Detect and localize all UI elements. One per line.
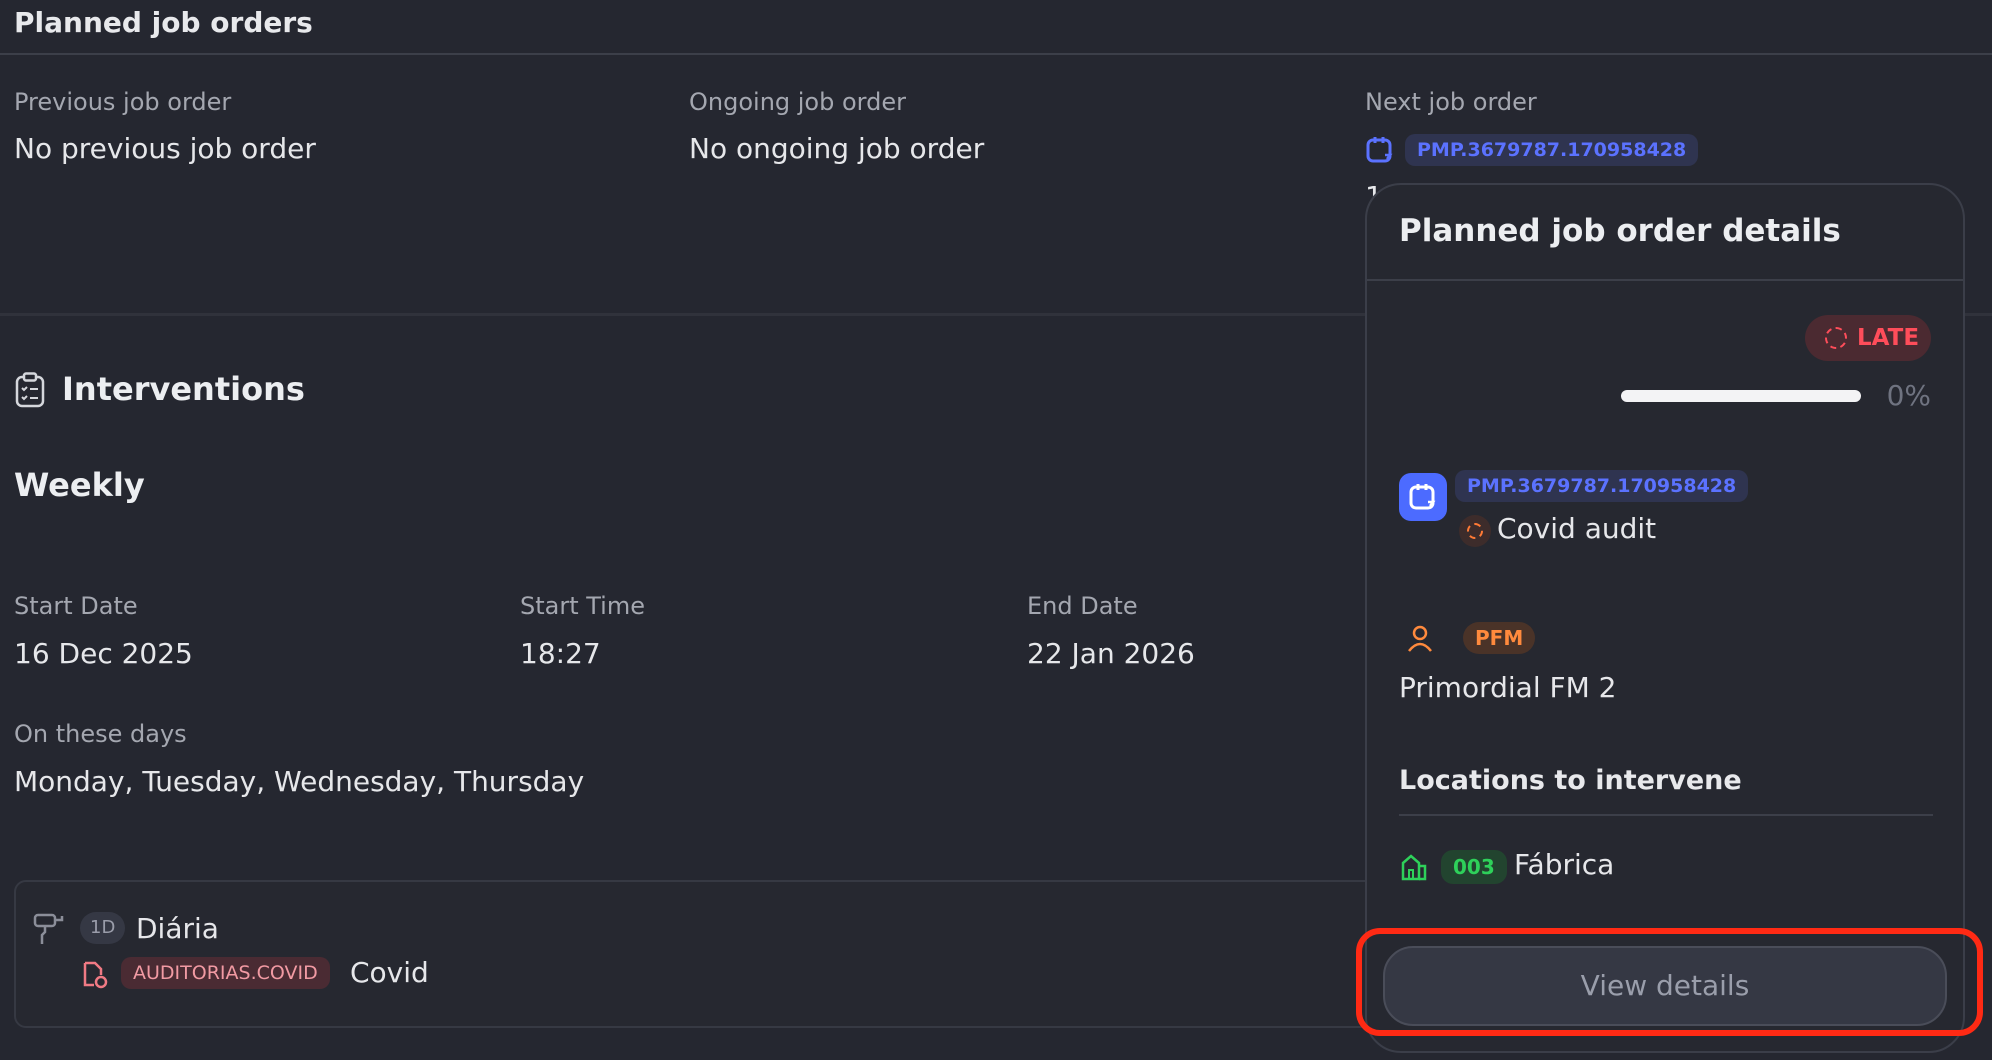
assignee-name: Primordial FM 2	[1399, 671, 1617, 704]
clipboard-list-icon	[15, 372, 45, 408]
previous-job-order-label: Previous job order	[14, 88, 232, 116]
previous-job-order-value: No previous job order	[14, 132, 316, 165]
audit-code-badge: AUDITORIAS.COVID	[121, 957, 330, 989]
days-value: Monday, Tuesday, Wednesday, Thursday	[14, 765, 585, 798]
popover-title: Planned job order details	[1399, 213, 1841, 249]
divider	[0, 53, 1992, 55]
job-order-code[interactable]: PMP.3679787.170958428	[1455, 470, 1749, 502]
ongoing-job-order-value: No ongoing job order	[689, 132, 985, 165]
start-date-label: Start Date	[14, 592, 138, 620]
divider	[1399, 814, 1933, 816]
locations-title: Locations to intervene	[1399, 765, 1742, 796]
late-status-icon	[1825, 327, 1847, 349]
pending-status-icon	[1459, 515, 1491, 547]
assignee-badge: PFM	[1463, 622, 1536, 654]
document-lock-icon	[83, 961, 108, 989]
building-icon	[1401, 854, 1427, 881]
audit-name: Covid	[350, 956, 429, 989]
location-code-badge: 003	[1441, 850, 1507, 884]
status-text: LATE	[1857, 325, 1920, 351]
job-order-name: Covid audit	[1497, 512, 1657, 545]
interventions-title: Interventions	[62, 370, 305, 408]
start-date-value: 16 Dec 2025	[14, 637, 193, 670]
progress-text: 0%	[1886, 379, 1931, 412]
period-name: Diária	[136, 912, 219, 945]
end-date-label: End Date	[1027, 592, 1138, 620]
period-badge: 1D	[80, 912, 126, 944]
job-order-details-popover: Planned job order details LATE 0% PMP.36…	[1365, 183, 1965, 1053]
next-job-order-label: Next job order	[1365, 88, 1537, 116]
status-badge: LATE	[1805, 315, 1931, 361]
person-icon	[1408, 625, 1432, 652]
intervention-card[interactable]: 1D Diária AUDITORIAS.COVID Covid	[14, 880, 1434, 1028]
highlight-box	[1356, 928, 1983, 1036]
calendar-sync-icon	[1366, 137, 1393, 163]
next-job-order-code[interactable]: PMP.3679787.170958428	[1405, 134, 1699, 166]
paint-roller-icon	[33, 913, 64, 944]
section-title: Planned job orders	[14, 6, 313, 39]
start-time-label: Start Time	[520, 592, 645, 620]
ongoing-job-order-label: Ongoing job order	[689, 88, 906, 116]
start-time-value: 18:27	[520, 637, 601, 670]
progress-bar	[1621, 390, 1861, 402]
location-name[interactable]: Fábrica	[1514, 848, 1614, 881]
frequency-title: Weekly	[14, 466, 145, 504]
days-label: On these days	[14, 720, 187, 748]
end-date-value: 22 Jan 2026	[1027, 637, 1195, 670]
calendar-sync-icon	[1399, 473, 1447, 521]
divider	[1367, 279, 1963, 281]
page-root: Planned job orders Previous job order No…	[0, 0, 1992, 1060]
